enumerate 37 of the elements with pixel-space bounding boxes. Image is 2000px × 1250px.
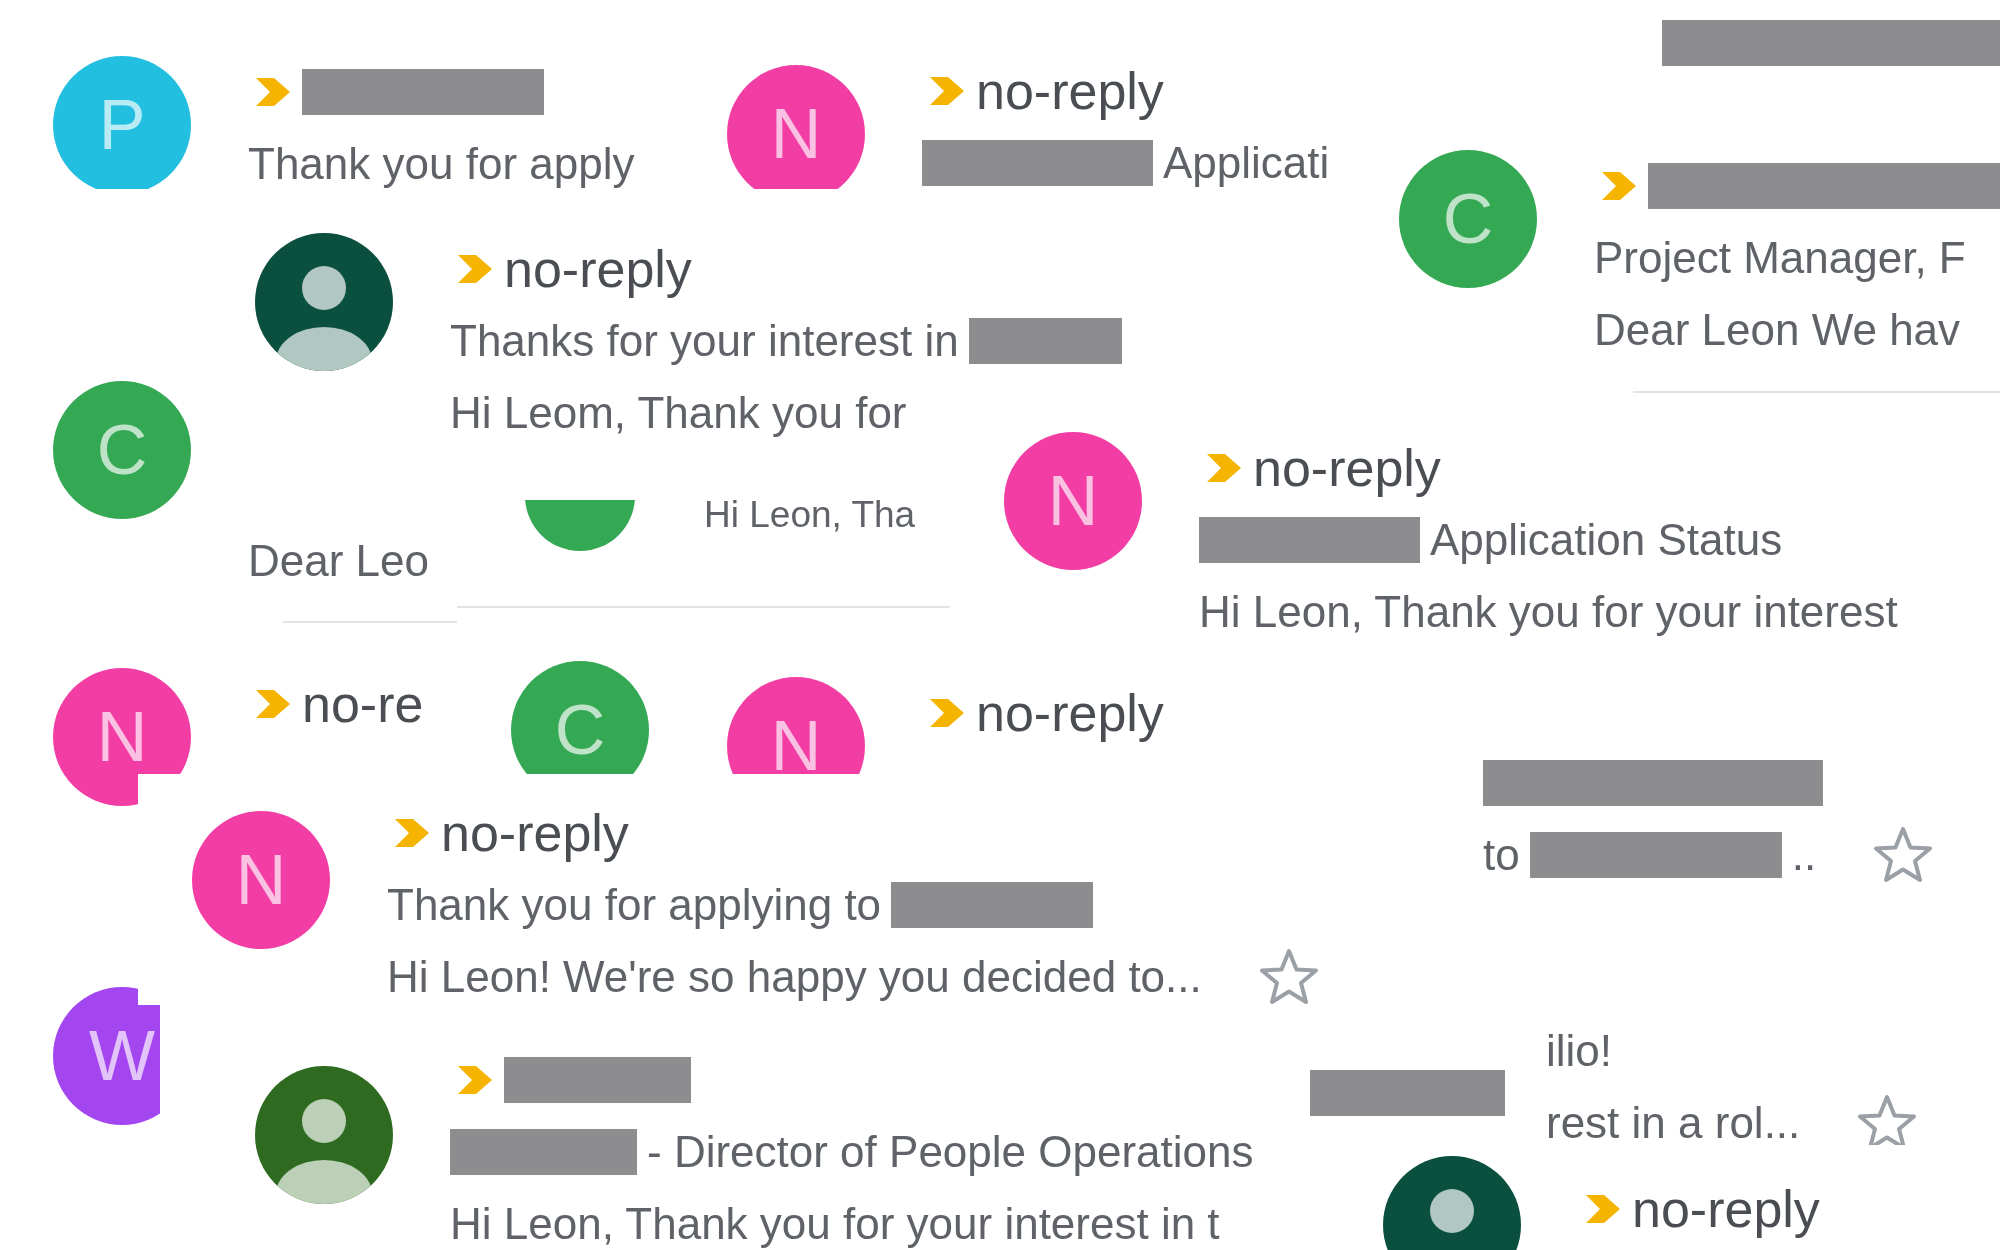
sender-name: no-reply xyxy=(976,63,1164,119)
sender-name: no-reply xyxy=(504,241,692,297)
email-preview: to xyxy=(1483,831,1520,879)
avatar: N xyxy=(53,668,191,806)
email-subject: Thank you for apply xyxy=(248,140,635,188)
email-preview: Hi Leon, Thank you for your interest in t xyxy=(450,1200,1220,1248)
email-preview: Hi Leom, Thank you for xyxy=(450,389,907,437)
email-subject: Project Manager, F xyxy=(1594,234,1966,282)
email-subject: - Director of People Operations xyxy=(647,1128,1254,1176)
avatar: C xyxy=(1399,150,1537,288)
avatar: N xyxy=(1004,432,1142,570)
star-icon[interactable] xyxy=(1872,825,1935,885)
sender-name: no-re xyxy=(302,676,424,732)
sender-name: no-reply xyxy=(441,805,629,861)
sender-name: no-reply xyxy=(1632,1181,1820,1237)
email-preview: Hi Leon, Thank you for your interest xyxy=(1199,588,1898,636)
star-icon[interactable] xyxy=(1257,947,1320,1005)
email-preview: Hi Leon, Tha xyxy=(704,500,916,535)
avatar: N xyxy=(727,65,865,189)
avatar: C xyxy=(53,381,191,519)
star-icon[interactable] xyxy=(1856,1093,1919,1145)
email-subject: Application Status xyxy=(1430,516,1783,564)
avatar: C xyxy=(511,661,649,774)
sender-name: no-reply xyxy=(1253,440,1441,496)
avatar: N xyxy=(192,811,330,949)
email-subject: Thank you for applying to xyxy=(387,881,882,929)
email-preview: Hi Leon! We're so happy you decided to... xyxy=(387,953,1202,1001)
email-subject: ilio! xyxy=(1546,1027,1613,1075)
email-subject: Applicati xyxy=(1163,139,1330,187)
avatar: N xyxy=(727,677,865,774)
email-subject: Thanks for your interest in xyxy=(450,317,959,365)
avatar: P xyxy=(53,56,191,189)
email-preview: rest in a rol... xyxy=(1546,1099,1801,1145)
email-preview: Dear Leon We hav xyxy=(1594,306,1961,354)
email-preview: .. xyxy=(1791,831,1817,879)
sender-name: no-reply xyxy=(976,685,1164,741)
email-preview: Dear Leo xyxy=(248,537,429,585)
